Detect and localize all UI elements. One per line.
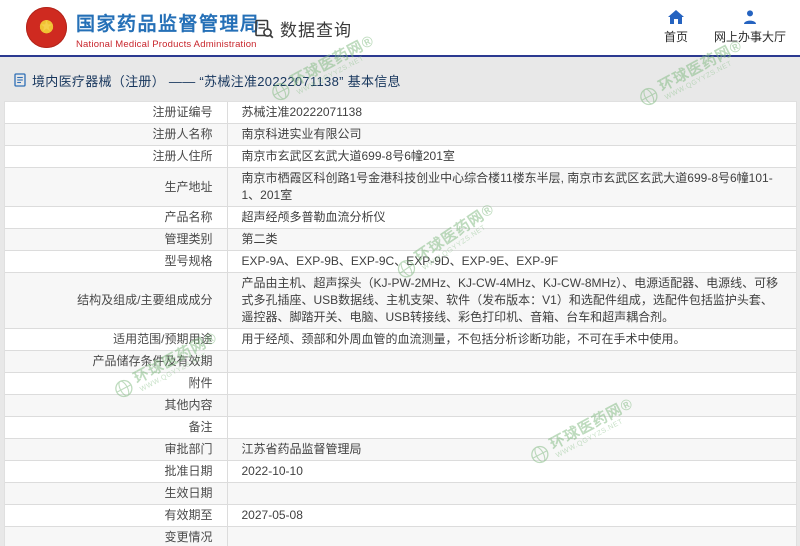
row-label: 生产地址: [5, 167, 228, 207]
row-value: [227, 372, 796, 395]
row-value: 江苏省药品监督管理局: [227, 438, 796, 461]
agency-name-cn: 国家药品监督管理局: [76, 14, 261, 35]
row-label: 其他内容: [5, 394, 228, 417]
document-search-icon: [253, 18, 275, 40]
row-value: 2022-10-10: [227, 460, 796, 483]
national-emblem-logo: ★: [26, 7, 67, 48]
table-row: 管理类别 第二类: [5, 228, 796, 251]
table-row: 注册人住所 南京市玄武区玄武大道699-8号6幢201室: [5, 145, 796, 168]
table-row: 结构及组成/主要组成成分 产品由主机、超声探头（KJ-PW-2MHz、KJ-CW-…: [5, 272, 796, 329]
table-row: 备注: [5, 416, 796, 439]
table-row: 适用范围/预期用途 用于经颅、颈部和外周血管的血流测量，不包括分析诊断功能，不可在…: [5, 328, 796, 351]
row-label: 备注: [5, 416, 228, 439]
user-icon: [742, 9, 758, 25]
table-row: 生效日期: [5, 482, 796, 505]
row-value: 南京科进实业有限公司: [227, 123, 796, 146]
emblem-star-icon: ★: [39, 17, 54, 35]
registration-detail-table: 注册证编号 苏械注准20222071138 注册人名称 南京科进实业有限公司 注册人住所…: [4, 101, 797, 546]
row-value: [227, 394, 796, 417]
table-row: 批准日期 2022-10-10: [5, 460, 796, 483]
row-value: 南京市栖霞区科创路1号金港科技创业中心综合楼11楼东半层, 南京市玄武区玄武大道…: [227, 167, 796, 207]
table-row: 变更情况: [5, 526, 796, 546]
row-label: 变更情况: [5, 526, 228, 546]
table-row: 型号规格 EXP-9A、EXP-9B、EXP-9C、EXP-9D、EXP-9E、E…: [5, 250, 796, 273]
table-row: 产品名称 超声经颅多普勒血流分析仪: [5, 206, 796, 229]
row-label: 附件: [5, 372, 228, 395]
row-value: [227, 526, 796, 546]
row-value: [227, 350, 796, 373]
nav-online-hall-label: 网上办事大厅: [713, 30, 786, 44]
row-value: 超声经颅多普勒血流分析仪: [227, 206, 796, 229]
row-label: 注册人名称: [5, 123, 228, 146]
row-value: [227, 416, 796, 439]
table-row: 注册证编号 苏械注准20222071138: [5, 102, 796, 124]
row-label: 有效期至: [5, 504, 228, 527]
row-label: 注册人住所: [5, 145, 228, 168]
nav-home-label: 首页: [663, 30, 688, 44]
row-value: 南京市玄武区玄武大道699-8号6幢201室: [227, 145, 796, 168]
home-icon: [667, 9, 685, 25]
table-row: 注册人名称 南京科进实业有限公司: [5, 123, 796, 146]
row-label: 管理类别: [5, 228, 228, 251]
table-row: 有效期至 2027-05-08: [5, 504, 796, 527]
row-value: EXP-9A、EXP-9B、EXP-9C、EXP-9D、EXP-9E、EXP-9…: [227, 250, 796, 273]
table-row: 产品储存条件及有效期: [5, 350, 796, 373]
row-label: 产品储存条件及有效期: [5, 350, 228, 373]
table-row: 审批部门 江苏省药品监督管理局: [5, 438, 796, 461]
page-title: 境内医疗器械（注册） —— “苏械注准20222071138” 基本信息: [32, 73, 401, 89]
row-value: 第二类: [227, 228, 796, 251]
table-row: 生产地址 南京市栖霞区科创路1号金港科技创业中心综合楼11楼东半层, 南京市玄武区…: [5, 167, 796, 207]
row-value: 用于经颅、颈部和外周血管的血流测量，不包括分析诊断功能，不可在手术中使用。: [227, 328, 796, 351]
table-row: 附件: [5, 372, 796, 395]
row-value: 苏械注准20222071138: [227, 102, 796, 124]
agency-title-block: 国家药品监督管理局 National Medical Products Admi…: [76, 9, 261, 50]
row-label: 结构及组成/主要组成成分: [5, 272, 228, 329]
page-doc-icon: [14, 73, 26, 87]
agency-name-en: National Medical Products Administration: [76, 39, 257, 50]
row-label: 注册证编号: [5, 102, 228, 124]
row-label: 审批部门: [5, 438, 228, 461]
row-label: 生效日期: [5, 482, 228, 505]
row-value: [227, 482, 796, 505]
row-value: 2027-05-08: [227, 504, 796, 527]
top-nav: 首页 网上办事大厅: [664, 9, 786, 45]
nav-item-online-hall[interactable]: 网上办事大厅: [714, 9, 786, 45]
nav-item-home[interactable]: 首页: [664, 9, 688, 45]
row-value: 产品由主机、超声探头（KJ-PW-2MHz、KJ-CW-4MHz、KJ-CW-8…: [227, 272, 796, 329]
site-header: ★ 国家药品监督管理局 National Medical Products Ad…: [0, 0, 800, 57]
row-label: 适用范围/预期用途: [5, 328, 228, 351]
breadcrumb: 境内医疗器械（注册） —— “苏械注准20222071138” 基本信息: [0, 59, 800, 101]
detail-table-body: 注册证编号 苏械注准20222071138 注册人名称 南京科进实业有限公司 注册人住所…: [5, 102, 796, 546]
table-row: 其他内容: [5, 394, 796, 417]
row-label: 产品名称: [5, 206, 228, 229]
data-query-section-title: 数据查询: [253, 16, 352, 41]
data-query-label: 数据查询: [280, 21, 352, 40]
row-label: 型号规格: [5, 250, 228, 273]
row-label: 批准日期: [5, 460, 228, 483]
